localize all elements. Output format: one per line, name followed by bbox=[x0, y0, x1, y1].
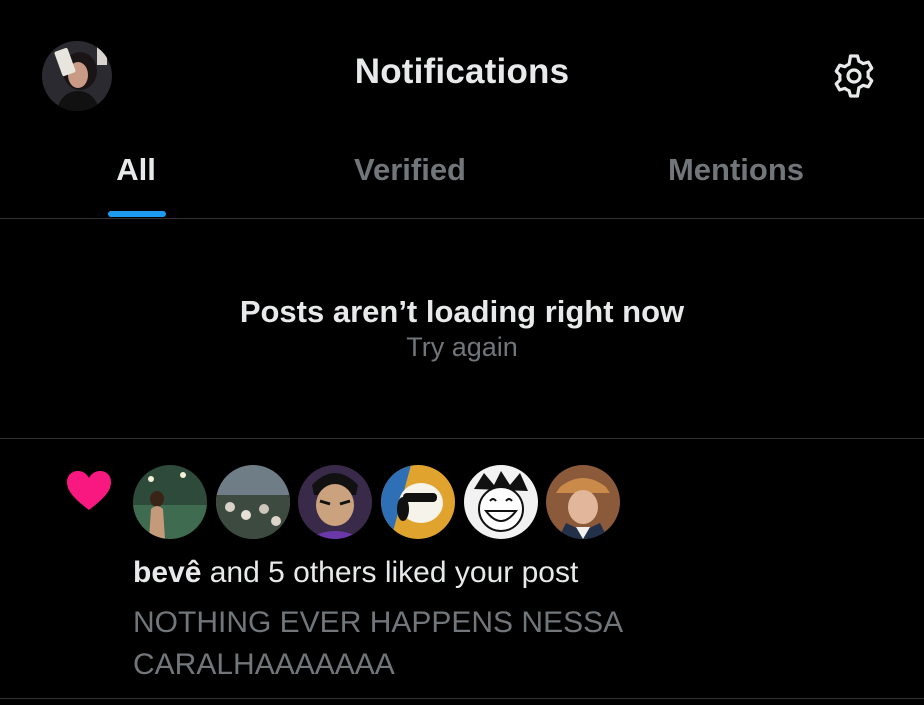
tab-mentions[interactable]: Mentions bbox=[650, 140, 822, 218]
page-title: Notifications bbox=[354, 52, 570, 91]
liker-avatar-3-image bbox=[298, 465, 372, 539]
liker-avatar-4[interactable] bbox=[381, 465, 455, 539]
tab-all-label: All bbox=[116, 152, 156, 187]
tabs-divider bbox=[0, 218, 924, 219]
notification-summary: bevê and 5 others liked your post bbox=[133, 556, 578, 590]
try-again-button[interactable]: Try again bbox=[362, 332, 562, 363]
liker-avatar-6[interactable] bbox=[546, 465, 620, 539]
heart-icon bbox=[67, 471, 111, 510]
notification-action: and 5 others liked your post bbox=[201, 556, 579, 589]
liker-avatar-4-image bbox=[381, 465, 455, 539]
active-tab-indicator bbox=[108, 211, 166, 217]
tab-all[interactable]: All bbox=[86, 140, 186, 218]
gear-icon bbox=[834, 54, 874, 98]
error-message: Posts aren’t loading right now bbox=[239, 294, 685, 329]
tab-verified[interactable]: Verified bbox=[330, 140, 490, 218]
section-divider bbox=[0, 438, 924, 439]
tab-mentions-label: Mentions bbox=[667, 152, 805, 187]
liker-avatar-1[interactable] bbox=[133, 465, 207, 539]
notification-user[interactable]: bevê bbox=[133, 556, 201, 589]
liker-avatar-1-image bbox=[133, 465, 207, 539]
liker-avatar-3[interactable] bbox=[298, 465, 372, 539]
top-bar: Notifications bbox=[0, 0, 924, 140]
liker-avatar-5-image bbox=[464, 465, 538, 539]
tab-verified-label: Verified bbox=[354, 152, 466, 187]
liker-avatar-2[interactable] bbox=[216, 465, 290, 539]
liker-avatar-5[interactable] bbox=[464, 465, 538, 539]
liked-post-text[interactable]: NOTHING EVER HAPPENS NESSA CARALHAAAAAAA bbox=[133, 602, 753, 686]
liker-avatar-6-image bbox=[546, 465, 620, 539]
settings-button[interactable] bbox=[830, 52, 878, 100]
bottom-divider bbox=[0, 698, 924, 699]
liker-avatar-2-image bbox=[216, 465, 290, 539]
notification-tabs: All Verified Mentions bbox=[0, 140, 924, 218]
